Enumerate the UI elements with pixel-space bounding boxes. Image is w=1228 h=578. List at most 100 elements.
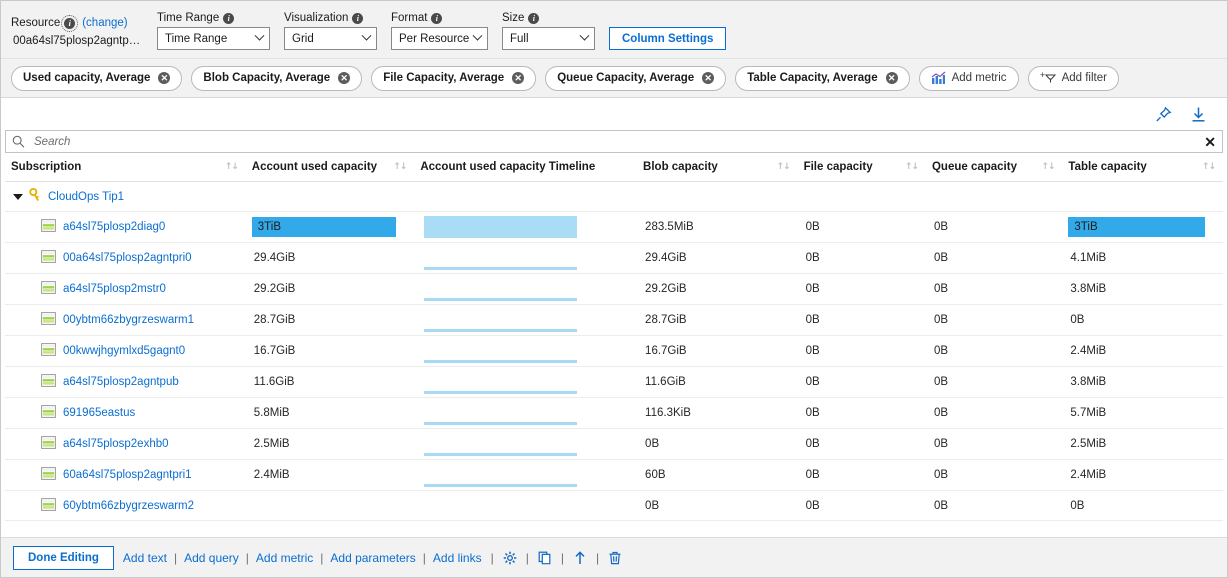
column-header[interactable]: Account used capacity ↑↓ [245,153,415,182]
remove-chip-icon[interactable]: ✕ [885,72,898,84]
search-input[interactable] [32,134,1199,149]
visualization-dropdown[interactable]: Grid [284,27,377,50]
resource-name-link[interactable]: a64sl75plosp2exhb0 [63,438,169,450]
settings-gear-icon[interactable] [503,551,517,565]
column-header[interactable]: Queue capacity ↑↓ [925,153,1063,182]
delete-trash-icon[interactable] [608,551,622,565]
account-used-capacity-cell: 28.7GiB [245,304,415,336]
size-dropdown[interactable]: Full [502,27,595,50]
column-header[interactable]: Account used capacity Timeline [414,153,638,182]
storage-account-icon [41,467,56,483]
info-icon[interactable]: i [223,12,235,24]
metric-chip-label: Used capacity, Average [23,72,151,84]
column-settings-button[interactable]: Column Settings [609,27,727,50]
move-up-icon[interactable] [573,550,587,565]
storage-account-icon [41,312,56,328]
metric-chip[interactable]: File Capacity, Average ✕ [371,65,537,91]
file-capacity-cell: 0B [797,366,926,398]
table-row[interactable]: 00ybtm66zbygrzeswarm1 28.7GiB 28.7GiB 0B 0B 0… [5,304,1223,336]
done-editing-button[interactable]: Done Editing [13,545,114,570]
resource-name-link[interactable]: a64sl75plosp2agntpub [63,376,179,388]
sort-toggle-icon[interactable]: ↑↓ [225,162,239,172]
resource-name-link[interactable]: 00ybtm66zbygrzeswarm1 [63,314,194,326]
cell-value: 2.4MiB [1070,469,1107,481]
account-used-capacity-cell: 16.7GiB [245,335,415,367]
resource-name-link[interactable]: 60a64sl75plosp2agntpri1 [63,469,192,481]
edit-toolbar-link[interactable]: Add links [433,551,482,565]
column-header-label: Blob capacity [643,161,718,173]
column-header[interactable]: File capacity ↑↓ [797,153,926,182]
sort-toggle-icon[interactable]: ↑↓ [1202,162,1216,172]
sort-toggle-icon[interactable]: ↑↓ [905,162,919,172]
add-filter-button[interactable]: + Add filter [1027,65,1119,91]
toolbar-separator: | [245,550,249,565]
format-dropdown[interactable]: Per Resource [391,27,488,50]
table-row[interactable]: 60ybtm66zbygrzeswarm2 0B 0B 0B 0B [5,490,1223,521]
metric-chip[interactable]: Blob Capacity, Average ✕ [191,65,363,91]
remove-chip-icon[interactable]: ✕ [158,72,171,84]
metric-chip[interactable]: Table Capacity, Average ✕ [735,65,910,91]
timeline-cell [414,273,638,305]
group-row[interactable]: CloudOps Tip1 [5,181,1223,212]
column-header[interactable]: Subscription ↑↓ [5,153,246,182]
info-icon[interactable]: i [431,12,443,24]
cell-value: 2.4MiB [253,469,290,481]
edit-toolbar-link[interactable]: Add text [123,551,167,565]
info-icon[interactable]: i [61,14,79,32]
download-icon[interactable] [1190,106,1207,123]
table-row[interactable]: 00a64sl75plosp2agntpri0 29.4GiB 29.4GiB 0B 0… [5,242,1223,274]
table-row[interactable]: 60a64sl75plosp2agntpri1 2.4MiB 60B 0B 0B 2.4M… [5,459,1223,491]
edit-toolbar-link[interactable]: Add parameters [330,551,415,565]
remove-chip-icon[interactable]: ✕ [338,72,351,84]
file-capacity-cell: 0B [797,273,926,305]
table-row[interactable]: a64sl75plosp2agntpub 11.6GiB 11.6GiB 0B 0B 3.… [5,366,1223,398]
resource-name-link[interactable]: a64sl75plosp2diag0 [63,221,165,233]
remove-chip-icon[interactable]: ✕ [702,72,715,84]
toolbar-separator: | [320,550,324,565]
add-metric-button[interactable]: Add metric [918,65,1019,91]
sparkline-line [424,453,578,456]
sort-toggle-icon[interactable]: ↑↓ [393,162,407,172]
cell-value: 0B [933,376,949,388]
cell-value: 0B [805,438,820,450]
time-range-dropdown[interactable]: Time Range [157,27,270,50]
table-capacity-cell: 2.4MiB [1062,459,1223,491]
cell-value: 0B [805,314,820,326]
table-row[interactable]: a64sl75plosp2mstr0 29.2GiB 29.2GiB 0B 0B 3.8M… [5,273,1223,305]
resource-name-link[interactable]: 00kwwjhgymlxd5gagnt0 [63,345,185,357]
sort-toggle-icon[interactable]: ↑↓ [776,162,790,172]
duplicate-icon[interactable] [538,551,552,565]
grid-toolbar [1,98,1227,130]
metric-chip[interactable]: Queue Capacity, Average ✕ [545,65,727,91]
sort-toggle-icon[interactable]: ↑↓ [1041,162,1055,172]
table-row[interactable]: 691965eastus 5.8MiB 116.3KiB 0B 0B 5.7MiB [5,397,1223,429]
grid-search-bar[interactable]: ✕ [5,130,1223,153]
resource-name-link[interactable]: 691965eastus [63,407,135,419]
clear-search-icon[interactable]: ✕ [1198,135,1216,149]
group-name-link[interactable]: CloudOps Tip1 [48,191,124,203]
storage-account-icon [41,281,56,297]
column-header[interactable]: Table capacity ↑↓ [1062,153,1223,182]
metric-chip[interactable]: Used capacity, Average ✕ [11,65,183,91]
account-used-capacity-cell: 2.4MiB [245,459,415,491]
table-capacity-cell: 3.8MiB [1062,366,1223,398]
edit-toolbar-link[interactable]: Add query [184,551,239,565]
resource-value[interactable]: 00a64sl75plosp2agntpri... [11,32,143,50]
cell-value: 16.7GiB [645,345,687,357]
table-row[interactable]: a64sl75plosp2exhb0 2.5MiB 0B 0B 0B 2.5MiB [5,428,1223,460]
resource-name-link[interactable]: a64sl75plosp2mstr0 [63,283,166,295]
edit-toolbar-link[interactable]: Add metric [256,551,313,565]
table-row[interactable]: 00kwwjhgymlxd5gagnt0 16.7GiB 16.7GiB 0B 0B 2.… [5,335,1223,367]
caret-down-icon[interactable] [13,193,23,200]
info-icon[interactable]: i [352,12,364,24]
cell-value: 2.5MiB [253,438,290,450]
resource-name-link[interactable]: 60ybtm66zbygrzeswarm2 [63,500,194,512]
pin-icon[interactable] [1155,106,1172,123]
column-header[interactable]: Blob capacity ↑↓ [637,153,798,182]
resource-name-link[interactable]: 00a64sl75plosp2agntpri0 [63,252,192,264]
blob-capacity-cell: 116.3KiB [637,397,798,429]
resource-change-link[interactable]: (change) [82,17,127,29]
table-row[interactable]: a64sl75plosp2diag0 3TiB 283.5MiB 0B 0B 3TiB [5,211,1223,243]
info-icon[interactable]: i [528,12,540,24]
remove-chip-icon[interactable]: ✕ [512,72,525,84]
